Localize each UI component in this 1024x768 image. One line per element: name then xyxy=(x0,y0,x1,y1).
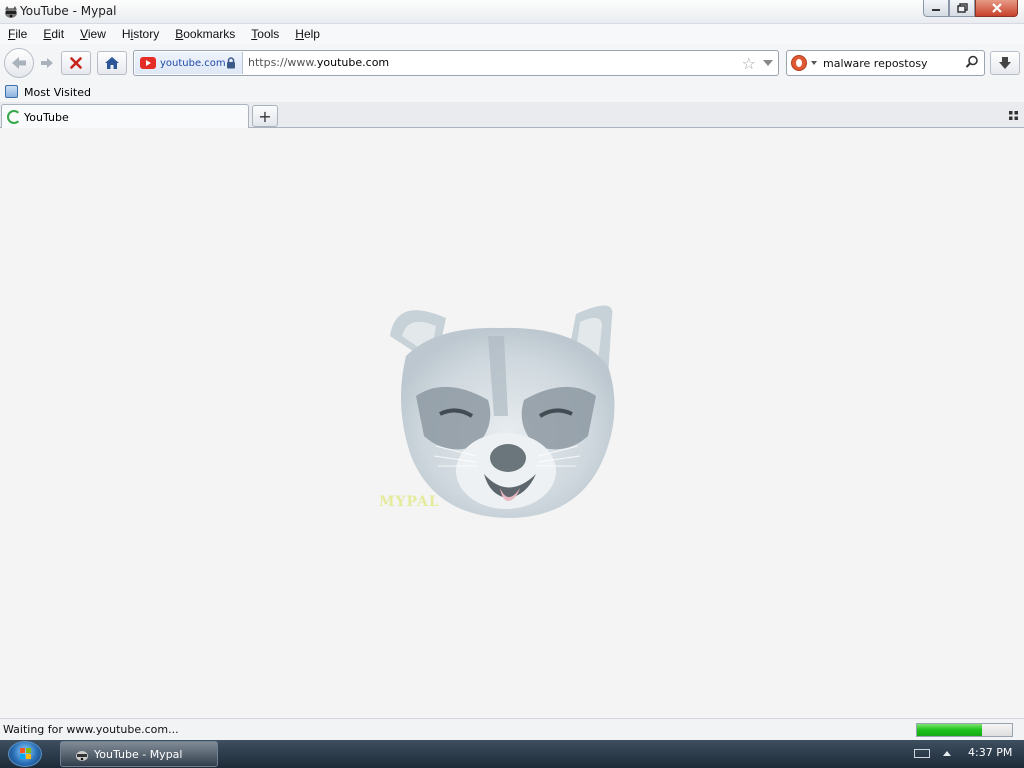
menu-edit[interactable]: Edit xyxy=(39,27,68,41)
minimize-button[interactable] xyxy=(923,0,949,17)
page-content: MYPAL xyxy=(0,128,1024,718)
menu-bookmarks[interactable]: Bookmarks xyxy=(171,27,239,41)
status-bar: Waiting for www.youtube.com... xyxy=(0,718,1024,740)
page-load-progress xyxy=(916,723,1013,737)
tab-label: YouTube xyxy=(24,111,69,124)
start-button[interactable] xyxy=(8,741,42,767)
taskbar-app-mypal[interactable]: YouTube - Mypal xyxy=(60,741,218,767)
menu-file[interactable]: File xyxy=(4,27,31,41)
url-host: youtube.com xyxy=(316,56,390,69)
search-bar[interactable]: malware repostosy xyxy=(786,50,985,76)
plus-icon: + xyxy=(258,106,272,126)
bookmark-star-icon[interactable]: ☆ xyxy=(742,54,756,73)
show-hidden-icons-icon[interactable] xyxy=(943,751,951,756)
url-bar[interactable]: youtube.com https://www.youtube.com ☆ xyxy=(133,50,779,76)
forward-arrow-icon xyxy=(41,58,53,68)
home-button[interactable] xyxy=(97,51,127,75)
menu-tools[interactable]: Tools xyxy=(247,27,283,41)
menu-help[interactable]: Help xyxy=(291,27,324,41)
duckduckgo-engine-icon[interactable] xyxy=(791,55,807,71)
close-icon xyxy=(991,3,1002,13)
back-forward-group xyxy=(4,48,60,78)
window-controls xyxy=(923,0,1018,17)
tab-strip: YouTube + xyxy=(0,102,1024,128)
keyboard-icon[interactable] xyxy=(914,749,930,758)
menu-history[interactable]: History xyxy=(118,27,163,41)
home-icon xyxy=(105,57,119,69)
url-history-dropdown-icon[interactable] xyxy=(763,60,773,66)
lock-icon xyxy=(227,57,235,69)
taskbar: YouTube - Mypal 4:37 PM xyxy=(0,740,1024,768)
download-arrow-icon xyxy=(999,57,1011,69)
menu-view[interactable]: View xyxy=(76,27,110,41)
navigation-toolbar: youtube.com https://www.youtube.com ☆ ma… xyxy=(0,44,1024,80)
site-identity-box[interactable]: youtube.com xyxy=(135,52,243,74)
downloads-button[interactable] xyxy=(990,51,1020,75)
title-bar: YouTube - Mypal xyxy=(0,0,1024,24)
bookmark-most-visited[interactable]: Most Visited xyxy=(24,86,91,99)
restore-button[interactable] xyxy=(949,0,975,17)
close-window-button[interactable] xyxy=(975,0,1018,17)
clock[interactable]: 4:37 PM xyxy=(968,746,1012,759)
mypal-raccoon-logo: MYPAL xyxy=(376,296,626,526)
status-text: Waiting for www.youtube.com... xyxy=(3,723,179,736)
url-prefix: https://www. xyxy=(248,56,317,69)
back-button[interactable] xyxy=(4,48,34,78)
menu-bar: File Edit View History Bookmarks Tools H… xyxy=(0,24,1024,44)
tab-youtube[interactable]: YouTube xyxy=(1,104,249,128)
new-tab-button[interactable]: + xyxy=(252,105,278,127)
forward-button[interactable] xyxy=(36,53,58,73)
bookmarks-toolbar: Most Visited xyxy=(0,82,1024,102)
stop-button[interactable] xyxy=(61,51,91,75)
restore-icon xyxy=(956,3,968,13)
loading-spinner-icon xyxy=(7,110,21,124)
most-visited-icon xyxy=(5,85,18,98)
identity-label: youtube.com xyxy=(160,57,226,69)
engine-dropdown-icon[interactable] xyxy=(811,61,817,65)
window-title: YouTube - Mypal xyxy=(20,4,117,18)
raccoon-app-icon xyxy=(76,751,88,761)
windows-logo-icon xyxy=(20,748,31,759)
back-arrow-icon xyxy=(12,57,26,69)
raccoon-app-icon xyxy=(5,6,17,18)
url-text[interactable]: https://www.youtube.com xyxy=(248,56,389,69)
mypal-watermark: MYPAL xyxy=(379,494,440,510)
taskbar-app-label: YouTube - Mypal xyxy=(94,748,183,761)
raccoon-face-image xyxy=(390,305,615,518)
list-all-tabs-icon[interactable] xyxy=(1009,111,1018,120)
youtube-favicon-icon xyxy=(140,57,156,69)
stop-icon xyxy=(70,57,82,69)
minimize-icon xyxy=(932,9,940,11)
progress-fill xyxy=(917,724,982,736)
search-input[interactable]: malware repostosy xyxy=(823,57,928,70)
search-icon[interactable] xyxy=(965,55,979,69)
